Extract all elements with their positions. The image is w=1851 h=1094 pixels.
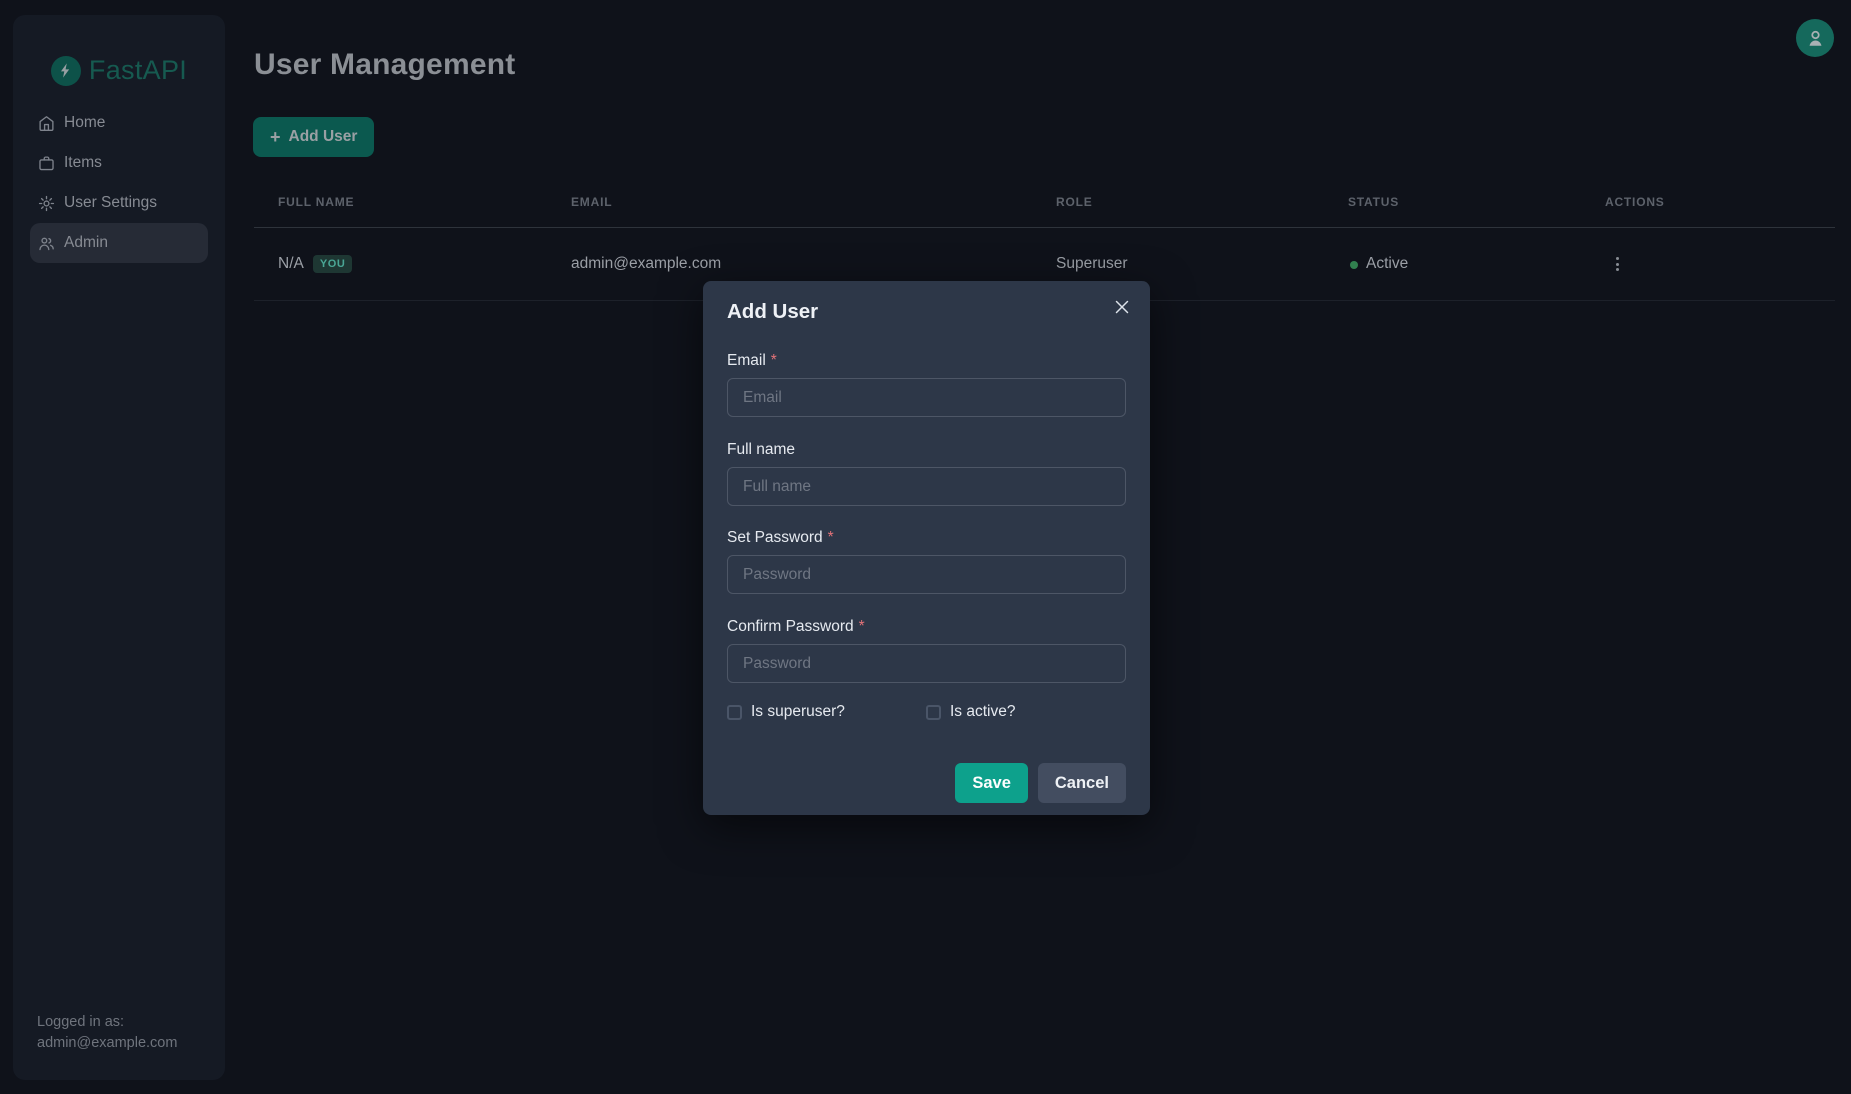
full-name-field-group: Full name — [727, 440, 1126, 506]
email-field-label: Email* — [727, 351, 1126, 370]
column-header-status: STATUS — [1324, 195, 1581, 209]
home-icon — [38, 115, 55, 132]
is-active-checkbox[interactable] — [926, 705, 941, 720]
logged-in-info: Logged in as: admin@example.com — [37, 1012, 177, 1054]
cancel-button[interactable]: Cancel — [1038, 763, 1126, 803]
gear-icon — [38, 195, 55, 212]
plus-icon: + — [270, 128, 281, 146]
users-icon — [38, 235, 55, 252]
status-text: Active — [1366, 255, 1408, 273]
confirm-password-field-group: Confirm Password* — [727, 617, 1126, 683]
column-header-full-name: FULL NAME — [254, 195, 547, 209]
required-asterisk: * — [771, 352, 777, 369]
set-password-field[interactable] — [727, 555, 1126, 594]
set-password-field-group: Set Password* — [727, 528, 1126, 594]
status-dot-icon — [1350, 261, 1358, 269]
full-name-field[interactable] — [727, 467, 1126, 506]
fastapi-bolt-icon — [51, 56, 81, 86]
is-active-label: Is active? — [950, 703, 1015, 721]
confirm-password-field[interactable] — [727, 644, 1126, 683]
add-user-modal: Add User Email* Full name Set Password* — [703, 281, 1150, 815]
sidebar: FastAPI Home Items User Settings — [13, 15, 225, 1080]
cell-full-name: N/A YOU — [254, 255, 547, 273]
brand-name: FastAPI — [89, 55, 187, 86]
set-password-field-label: Set Password* — [727, 528, 1126, 547]
column-header-role: ROLE — [1032, 195, 1324, 209]
modal-title: Add User — [703, 281, 1150, 324]
app-root: FastAPI Home Items User Settings — [0, 0, 1851, 1094]
cell-role: Superuser — [1032, 255, 1324, 273]
close-modal-button[interactable] — [1110, 295, 1134, 319]
logged-in-email: admin@example.com — [37, 1033, 177, 1054]
save-button[interactable]: Save — [955, 763, 1028, 803]
user-menu-button[interactable] — [1796, 19, 1834, 57]
sidebar-item-label: Items — [64, 154, 102, 172]
add-user-button[interactable]: + Add User — [253, 117, 374, 157]
close-icon — [1114, 299, 1130, 315]
kebab-menu-icon — [1616, 257, 1619, 260]
email-field[interactable] — [727, 378, 1126, 417]
cell-actions — [1581, 251, 1835, 277]
is-superuser-label: Is superuser? — [751, 703, 845, 721]
cell-email: admin@example.com — [547, 255, 1032, 273]
sidebar-item-label: User Settings — [64, 194, 157, 212]
modal-footer: Save Cancel — [727, 763, 1126, 803]
email-field-group: Email* — [727, 351, 1126, 417]
column-header-email: EMAIL — [547, 195, 1032, 209]
cell-status: Active — [1324, 255, 1581, 273]
column-header-actions: ACTIONS — [1581, 195, 1835, 209]
sidebar-item-user-settings[interactable]: User Settings — [30, 183, 208, 223]
full-name-field-label: Full name — [727, 440, 1126, 459]
sidebar-item-admin[interactable]: Admin — [30, 223, 208, 263]
required-asterisk: * — [859, 618, 865, 635]
confirm-password-field-label: Confirm Password* — [727, 617, 1126, 636]
briefcase-icon — [38, 155, 55, 172]
table-header-row: FULL NAME EMAIL ROLE STATUS ACTIONS — [254, 195, 1835, 228]
is-active-checkbox-group[interactable]: Is active? — [926, 703, 1015, 721]
sidebar-item-home[interactable]: Home — [30, 103, 208, 143]
modal-checkbox-row: Is superuser? Is active? — [727, 703, 1126, 721]
sidebar-nav: Home Items User Settings Admin — [13, 103, 225, 263]
add-user-button-label: Add User — [289, 128, 358, 146]
sidebar-item-items[interactable]: Items — [30, 143, 208, 183]
sidebar-item-label: Admin — [64, 234, 108, 252]
page-title: User Management — [254, 48, 515, 82]
required-asterisk: * — [828, 529, 834, 546]
logged-in-as-label: Logged in as: — [37, 1012, 177, 1033]
you-badge: YOU — [313, 255, 353, 273]
is-superuser-checkbox[interactable] — [727, 705, 742, 720]
sidebar-item-label: Home — [64, 114, 105, 132]
user-icon — [1805, 28, 1826, 49]
brand-logo: FastAPI — [13, 55, 225, 86]
is-superuser-checkbox-group[interactable]: Is superuser? — [727, 703, 926, 721]
row-actions-menu-button[interactable] — [1605, 251, 1629, 277]
